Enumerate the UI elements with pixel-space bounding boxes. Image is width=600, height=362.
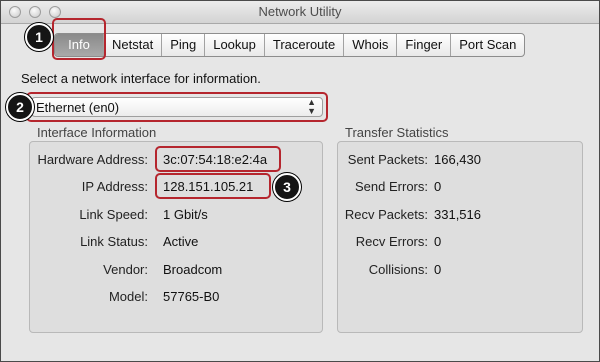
hardware-address-label: Hardware Address: bbox=[37, 152, 148, 167]
tab-whois[interactable]: Whois bbox=[343, 34, 396, 56]
sent-packets-label: Sent Packets: bbox=[347, 152, 428, 167]
send-errors-label: Send Errors: bbox=[355, 179, 428, 194]
tab-ping[interactable]: Ping bbox=[161, 34, 204, 56]
send-errors-value: 0 bbox=[434, 179, 442, 194]
interface-prompt: Select a network interface for informati… bbox=[21, 71, 261, 86]
tab-bar: Info Netstat Ping Lookup Traceroute Whoi… bbox=[54, 33, 526, 57]
interface-info-title: Interface Information bbox=[37, 125, 157, 140]
collisions-value: 0 bbox=[434, 262, 442, 277]
callout-1: 1 bbox=[25, 23, 53, 51]
transfer-stats-title: Transfer Statistics bbox=[345, 125, 449, 140]
collisions-label: Collisions: bbox=[368, 262, 428, 277]
tab-traceroute[interactable]: Traceroute bbox=[263, 34, 343, 56]
sent-packets-value: 166,430 bbox=[434, 152, 481, 167]
model-label: Model: bbox=[108, 289, 148, 304]
link-status-value: Active bbox=[163, 234, 199, 249]
callout-3: 3 bbox=[273, 173, 301, 201]
model-value: 57765-B0 bbox=[163, 289, 220, 304]
info-tab-highlight bbox=[52, 18, 106, 60]
ip-address-label: IP Address: bbox=[81, 179, 148, 194]
interface-select-highlight bbox=[26, 92, 328, 122]
recv-packets-value: 331,516 bbox=[434, 207, 481, 222]
link-speed-value: 1 Gbit/s bbox=[163, 207, 208, 222]
recv-errors-label: Recv Errors: bbox=[355, 234, 428, 249]
tab-netstat[interactable]: Netstat bbox=[103, 34, 161, 56]
link-speed-label: Link Speed: bbox=[79, 207, 148, 222]
window-title: Network Utility bbox=[258, 4, 342, 19]
link-status-label: Link Status: bbox=[80, 234, 148, 249]
ip-address-highlight bbox=[155, 173, 271, 199]
vendor-value: Broadcom bbox=[163, 262, 223, 277]
vendor-label: Vendor: bbox=[103, 262, 148, 277]
tab-port-scan[interactable]: Port Scan bbox=[450, 34, 524, 56]
recv-packets-label: Recv Packets: bbox=[344, 207, 428, 222]
recv-errors-value: 0 bbox=[434, 234, 442, 249]
network-utility-window: Network Utility Info Netstat Ping Lookup… bbox=[0, 0, 600, 362]
tab-finger[interactable]: Finger bbox=[396, 34, 450, 56]
hardware-address-highlight bbox=[155, 146, 281, 172]
tab-lookup[interactable]: Lookup bbox=[204, 34, 264, 56]
callout-2: 2 bbox=[6, 93, 34, 121]
